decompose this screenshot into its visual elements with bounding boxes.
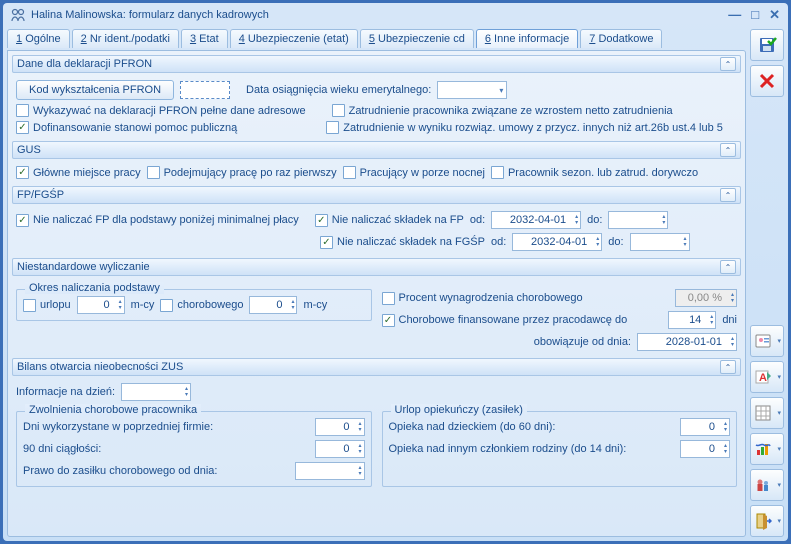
chor-dni-spinner[interactable]: 14 (668, 311, 716, 329)
tab-inne-informacje[interactable]: 6 Inne informacje (476, 29, 578, 48)
side-chart-button[interactable] (750, 433, 784, 465)
chor-finansowane-checkbox[interactable]: ✓Chorobowe finansowane przez pracodawcę … (382, 314, 628, 327)
okres-legend: Okres naliczania podstawy (25, 282, 164, 294)
section-nonstd-header: Niestandardowe wyliczanie ⌃ (12, 258, 741, 276)
pfron-zatrudnienie-rozwiaz-checkbox[interactable]: Zatrudnienie w wyniku rozwiąz. umowy z p… (326, 121, 723, 134)
mcy-label: m-cy (131, 299, 155, 311)
prawo-zasilek-date[interactable] (295, 462, 365, 480)
gus-sezonowy-checkbox[interactable]: Pracownik sezon. lub zatrud. dorywczo (491, 166, 698, 179)
gus-glowne-miejsce-checkbox[interactable]: ✓Główne miejsce pracy (16, 166, 141, 179)
tab-content: Dane dla deklaracji PFRON ⌃ Kod wykształ… (7, 50, 746, 537)
obowiazuje-date[interactable]: 2028-01-01 (637, 333, 737, 351)
side-exit-button[interactable] (750, 505, 784, 537)
side-font-button[interactable]: A (750, 361, 784, 393)
fgsp-do-date[interactable] (630, 233, 690, 251)
chorobowe-checkbox[interactable]: chorobowego (160, 299, 243, 312)
fgsp-do-label: do: (608, 236, 623, 248)
opieka-czlonek-label: Opieka nad innym członkiem rodziny (do 1… (389, 443, 675, 455)
gus-pora-nocna-checkbox[interactable]: Pracujący w porze nocnej (343, 166, 485, 179)
section-pfron-title: Dane dla deklaracji PFRON (17, 58, 720, 70)
pfron-zatrudnienie-netto-checkbox[interactable]: Zatrudnienie pracownika związane ze wzro… (332, 104, 673, 117)
gus-pierwsza-praca-checkbox[interactable]: Podejmujący pracę po raz pierwszy (147, 166, 337, 179)
ret-age-combo[interactable] (437, 81, 507, 99)
save-button[interactable] (750, 29, 784, 61)
tab-bar: 1 Ogólne 2 Nr ident./podatki 3 Etat 4 Ub… (7, 29, 746, 48)
section-fp-header: FP/FGŚP ⌃ (12, 186, 741, 204)
pfron-pomoc-publiczna-checkbox[interactable]: ✓Dofinansowanie stanowi pomoc publiczną (16, 121, 237, 134)
opieka-dziecko-label: Opieka nad dzieckiem (do 60 dni): (389, 421, 675, 433)
collapse-icon[interactable]: ⌃ (720, 360, 736, 374)
tab-ubezp-cd[interactable]: 5 Ubezpieczenie cd (360, 29, 474, 48)
fp-ponizej-min-checkbox[interactable]: ✓Nie naliczać FP dla podstawy poniżej mi… (16, 214, 299, 227)
pfron-full-address-checkbox[interactable]: Wykazywać na deklaracji PFRON pełne dane… (16, 104, 306, 117)
ret-age-label: Data osiągnięcia wieku emerytalnego: (246, 84, 431, 96)
zwolnienia-fieldset: Zwolnienia chorobowe pracownika Dni wyko… (16, 411, 372, 487)
fgsp-od-date[interactable]: 2032-04-01 (512, 233, 602, 251)
app-icon (11, 8, 25, 22)
obowiazuje-label: obowiązuje od dnia: (534, 336, 631, 348)
mcy-label-2: m-cy (303, 299, 327, 311)
ciaglosc-spinner[interactable]: 0 (315, 440, 365, 458)
fp-od-date[interactable]: 2032-04-01 (491, 211, 581, 229)
fgsp-nie-naliczac-checkbox[interactable]: ✓Nie naliczać składek na FGŚP (320, 236, 485, 249)
urlop-opiek-fieldset: Urlop opiekuńczy (zasiłek) Opieka nad dz… (382, 411, 738, 487)
kod-wyksztalcenia-button[interactable]: Kod wykształcenia PFRON (16, 80, 174, 100)
zwolnienia-legend: Zwolnienia chorobowe pracownika (25, 404, 201, 416)
chorobowe-spinner[interactable]: 0 (249, 296, 297, 314)
okres-naliczania-fieldset: Okres naliczania podstawy urlopu 0 m-cy … (16, 289, 372, 321)
urlop-opiek-legend: Urlop opiekuńczy (zasiłek) (391, 404, 527, 416)
section-zus-title: Bilans otwarcia nieobecności ZUS (17, 361, 720, 373)
section-nonstd-title: Niestandardowe wyliczanie (17, 261, 720, 273)
tab-dodatkowe[interactable]: 7 Dodatkowe (580, 29, 662, 48)
fp-do-label: do: (587, 214, 602, 226)
info-na-dzien-label: Informacje na dzień: (16, 386, 115, 398)
procent-field: 0,00 % (675, 289, 737, 307)
collapse-icon[interactable]: ⌃ (720, 188, 736, 202)
fp-nie-naliczac-fp-checkbox[interactable]: ✓Nie naliczać składek na FP (315, 214, 464, 227)
tab-ubezp-etat[interactable]: 4 Ubezpieczenie (etat) (230, 29, 358, 48)
side-card-button[interactable] (750, 325, 784, 357)
collapse-icon[interactable]: ⌃ (720, 260, 736, 274)
info-na-dzien-date[interactable] (121, 383, 191, 401)
section-zus-header: Bilans otwarcia nieobecności ZUS ⌃ (12, 358, 741, 376)
maximize-button[interactable]: □ (751, 7, 759, 23)
ciaglosc-label: 90 dni ciągłości: (23, 443, 309, 455)
urlop-spinner[interactable]: 0 (77, 296, 125, 314)
window: Halina Malinowska: formularz danych kadr… (3, 3, 788, 541)
fp-od-label: od: (470, 214, 485, 226)
close-button[interactable]: ✕ (769, 7, 780, 23)
fp-do-date[interactable] (608, 211, 668, 229)
side-toolbar: A (750, 29, 784, 537)
kod-wyksztalcenia-field[interactable] (180, 81, 230, 99)
tab-ogolne[interactable]: 1 Ogólne (7, 29, 70, 48)
urlop-checkbox[interactable]: urlopu (23, 299, 71, 312)
opieka-dziecko-spinner[interactable]: 0 (680, 418, 730, 436)
dni-wykorzystane-spinner[interactable]: 0 (315, 418, 365, 436)
collapse-icon[interactable]: ⌃ (720, 143, 736, 157)
tab-nr-ident[interactable]: 2 Nr ident./podatki (72, 29, 179, 48)
prawo-zasilek-label: Prawo do zasiłku chorobowego od dnia: (23, 465, 289, 477)
window-title: Halina Malinowska: formularz danych kadr… (31, 9, 728, 21)
section-pfron-header: Dane dla deklaracji PFRON ⌃ (12, 55, 741, 73)
section-fp-title: FP/FGŚP (17, 189, 720, 201)
minimize-button[interactable]: — (728, 7, 741, 23)
titlebar: Halina Malinowska: formularz danych kadr… (3, 3, 788, 27)
side-people-button[interactable] (750, 469, 784, 501)
side-grid-button[interactable] (750, 397, 784, 429)
procent-wynagrodzenia-checkbox[interactable]: Procent wynagrodzenia chorobowego (382, 292, 583, 305)
collapse-icon[interactable]: ⌃ (720, 57, 736, 71)
svg-text:A: A (759, 372, 767, 384)
section-gus-header: GUS ⌃ (12, 141, 741, 159)
fgsp-od-label: od: (491, 236, 506, 248)
tab-etat[interactable]: 3 Etat (181, 29, 228, 48)
dni-label: dni (722, 314, 737, 326)
cancel-button[interactable] (750, 65, 784, 97)
dni-wykorzystane-label: Dni wykorzystane w poprzedniej firmie: (23, 421, 309, 433)
opieka-czlonek-spinner[interactable]: 0 (680, 440, 730, 458)
section-gus-title: GUS (17, 144, 720, 156)
